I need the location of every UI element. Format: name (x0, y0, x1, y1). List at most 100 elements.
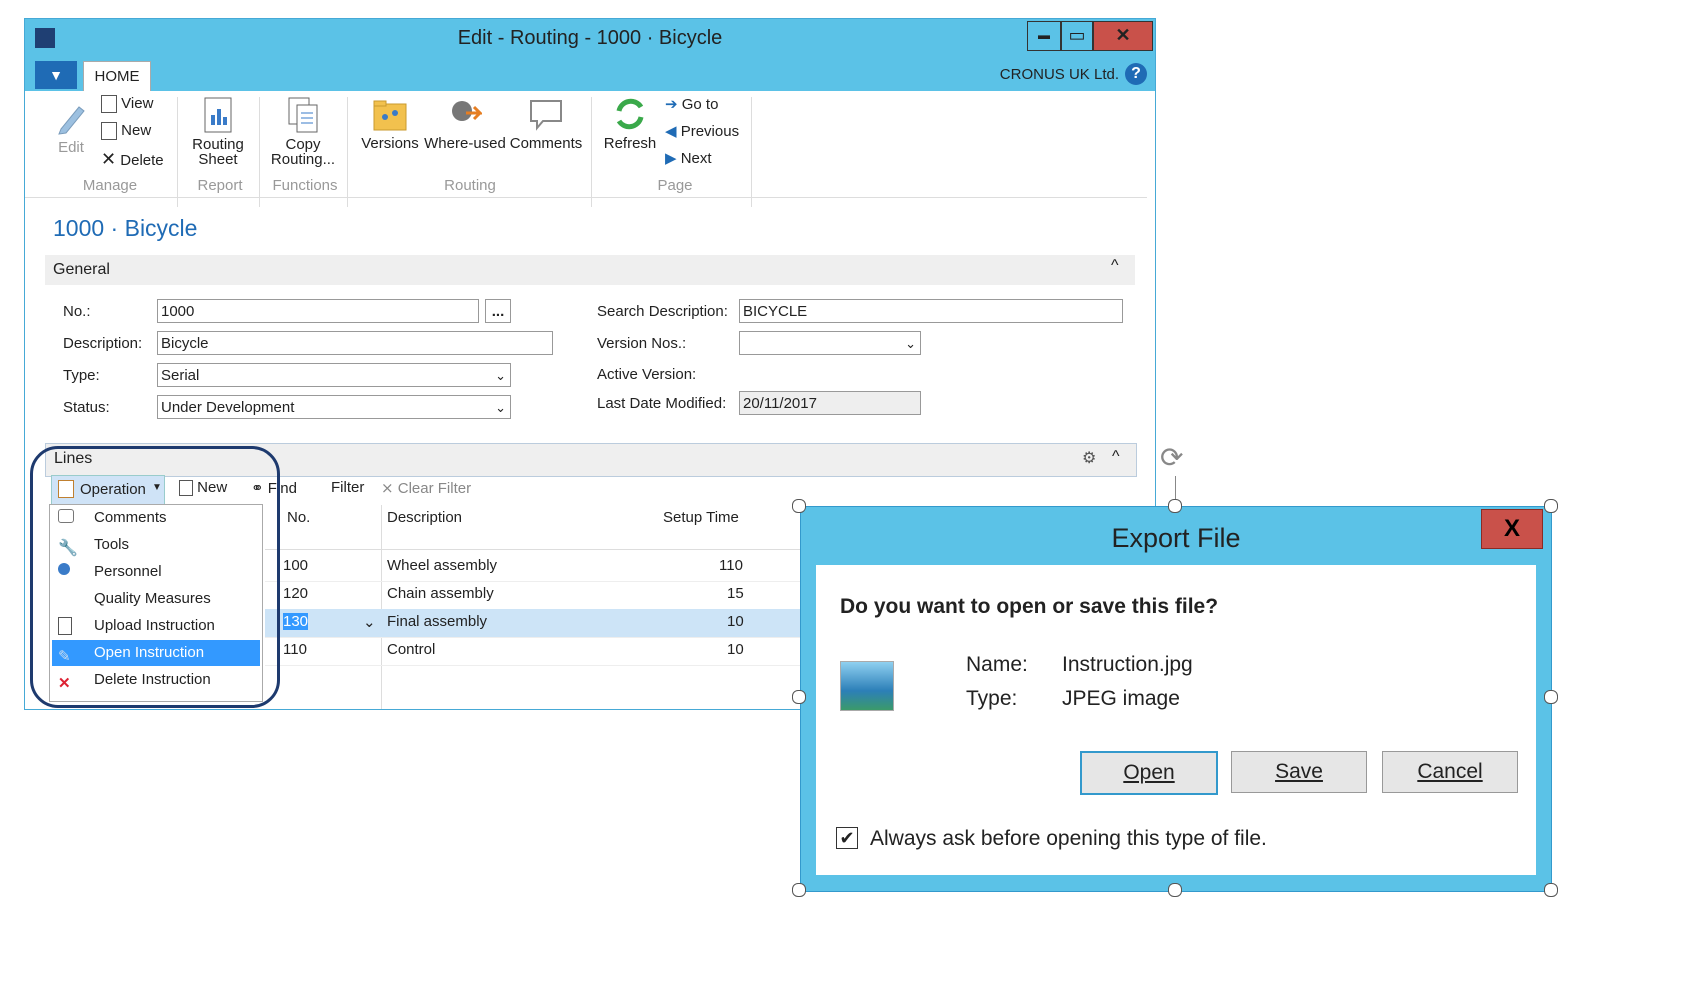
chevron-down-icon: ⌄ (495, 368, 506, 383)
previous-button[interactable]: ◀ Previous (665, 122, 739, 140)
delete-button[interactable]: ✕ Delete (101, 149, 164, 170)
general-fasttab-header[interactable]: General ^ (45, 255, 1135, 285)
resize-handle[interactable] (1544, 499, 1558, 513)
close-button[interactable]: ✕ (1093, 21, 1153, 51)
row-setup-time: 110 (719, 557, 743, 574)
copy-routing-label-2: Routing... (270, 151, 336, 168)
routing-sheet-button[interactable]: Routing Sheet (185, 97, 251, 168)
row-no: 110 (283, 641, 307, 658)
last-modified-field: 20/11/2017 (739, 391, 921, 415)
group-manage: Manage (82, 177, 138, 194)
filter-button[interactable]: Filter (331, 479, 364, 496)
description-field[interactable]: Bicycle (157, 331, 553, 355)
status-select[interactable]: Under Development ⌄ (157, 395, 511, 419)
application-menu-button[interactable]: ▼ (35, 61, 77, 89)
view-button[interactable]: View (101, 95, 153, 114)
minimize-button[interactable]: ▬ (1027, 21, 1061, 51)
resize-handle[interactable] (792, 499, 806, 513)
comments-button[interactable]: Comments (509, 99, 583, 152)
row-setup-time: 15 (727, 585, 744, 602)
collapse-icon[interactable]: ^ (1112, 448, 1120, 466)
where-used-button[interactable]: Where-used (423, 97, 507, 152)
row-no[interactable]: 130 (283, 613, 309, 630)
row-setup-time: 10 (727, 613, 744, 630)
general-header-label: General (53, 261, 110, 278)
group-functions: Functions (272, 177, 338, 194)
resize-handle[interactable] (792, 690, 806, 704)
description-label: Description: (63, 335, 143, 352)
cancel-button[interactable]: Cancel (1382, 751, 1518, 793)
versions-label: Versions (361, 135, 419, 152)
previous-label: Previous (680, 123, 740, 140)
edit-label: Edit (58, 139, 84, 156)
copy-routing-label-1: Copy (285, 136, 321, 153)
type-select[interactable]: Serial ⌄ (157, 363, 511, 387)
copy-routing-button[interactable]: Copy Routing... (267, 97, 339, 168)
export-file-dialog: Export File X Do you want to open or sav… (800, 506, 1552, 892)
refresh-label: Refresh (603, 135, 657, 152)
dialog-title: Export File (1111, 523, 1241, 553)
next-label: Next (680, 150, 712, 167)
maximize-button[interactable]: ▭ (1061, 21, 1093, 51)
dialog-close-button[interactable]: X (1481, 509, 1543, 549)
clear-filter-label: Clear Filter (397, 480, 472, 497)
row-description: Control (387, 641, 436, 658)
name-label: Name: (966, 653, 1028, 676)
resize-handle[interactable] (1544, 690, 1558, 704)
arrow-right-icon: ➔ (665, 96, 678, 113)
dialog-body: Do you want to open or save this file? N… (816, 565, 1536, 875)
resize-handle[interactable] (792, 883, 806, 897)
tab-home[interactable]: HOME (83, 61, 151, 92)
new-button[interactable]: New (101, 122, 151, 141)
versions-button[interactable]: Versions (359, 99, 421, 152)
group-page: Page (657, 177, 693, 194)
triangle-right-icon: ▶ (665, 150, 677, 167)
resize-handle[interactable] (1544, 883, 1558, 897)
refresh-button[interactable]: Refresh (601, 97, 659, 152)
version-nos-select[interactable]: ⌄ (739, 331, 921, 355)
type-value: Serial (161, 367, 200, 384)
always-ask-checkbox[interactable]: ✔ (836, 827, 858, 849)
name-value: Instruction.jpg (1062, 653, 1193, 676)
resize-handle[interactable] (1168, 883, 1182, 897)
type-label: Type: (966, 687, 1018, 710)
rotate-handle-icon: ⟳ (1160, 442, 1184, 473)
active-version-label: Active Version: (597, 366, 697, 383)
refresh-icon (616, 98, 644, 130)
row-no: 120 (283, 585, 309, 602)
triangle-left-icon: ◀ (665, 123, 677, 140)
ribbon-separator (259, 97, 260, 207)
company-name: CRONUS UK Ltd. (999, 66, 1119, 83)
open-button[interactable]: Open (1080, 751, 1218, 795)
resize-handle[interactable] (1168, 499, 1182, 513)
ribbon-tab-bar (25, 59, 1155, 91)
edit-button[interactable]: Edit (51, 101, 91, 156)
collapse-icon[interactable]: ^ (1111, 257, 1119, 275)
clear-filter-button[interactable]: ⨯ Clear Filter (381, 479, 471, 497)
where-used-icon (452, 101, 484, 121)
ribbon-separator (751, 97, 752, 207)
row-description: Final assembly (387, 613, 488, 630)
column-header-no[interactable]: No. (287, 509, 310, 526)
where-used-label: Where-used (424, 135, 506, 152)
window-title: Edit - Routing - 1000 · Bicycle (457, 27, 723, 49)
next-button[interactable]: ▶ Next (665, 149, 712, 167)
chevron-down-icon[interactable]: ⌄ (363, 613, 376, 631)
settings-gear-icon[interactable]: ⚙ (1082, 448, 1096, 468)
goto-button[interactable]: ➔ Go to (665, 95, 718, 113)
row-no: 100 (283, 557, 309, 574)
row-setup-time: 10 (727, 641, 744, 658)
copy-document-icon (288, 97, 318, 133)
no-field[interactable]: 1000 (157, 299, 479, 323)
group-report: Report (197, 177, 243, 194)
help-icon[interactable]: ? (1125, 63, 1147, 85)
chevron-down-icon: ⌄ (905, 336, 916, 351)
row-description: Chain assembly (387, 585, 494, 602)
column-header-description[interactable]: Description (387, 509, 462, 526)
search-description-field[interactable]: BICYCLE (739, 299, 1123, 323)
no-assist-button[interactable]: ... (485, 299, 511, 323)
comments-label: Comments (509, 135, 583, 152)
always-ask-label[interactable]: Always ask before opening this type of f… (870, 827, 1267, 851)
save-button[interactable]: Save (1231, 751, 1367, 793)
column-header-setup-time[interactable]: Setup Time (663, 509, 739, 526)
